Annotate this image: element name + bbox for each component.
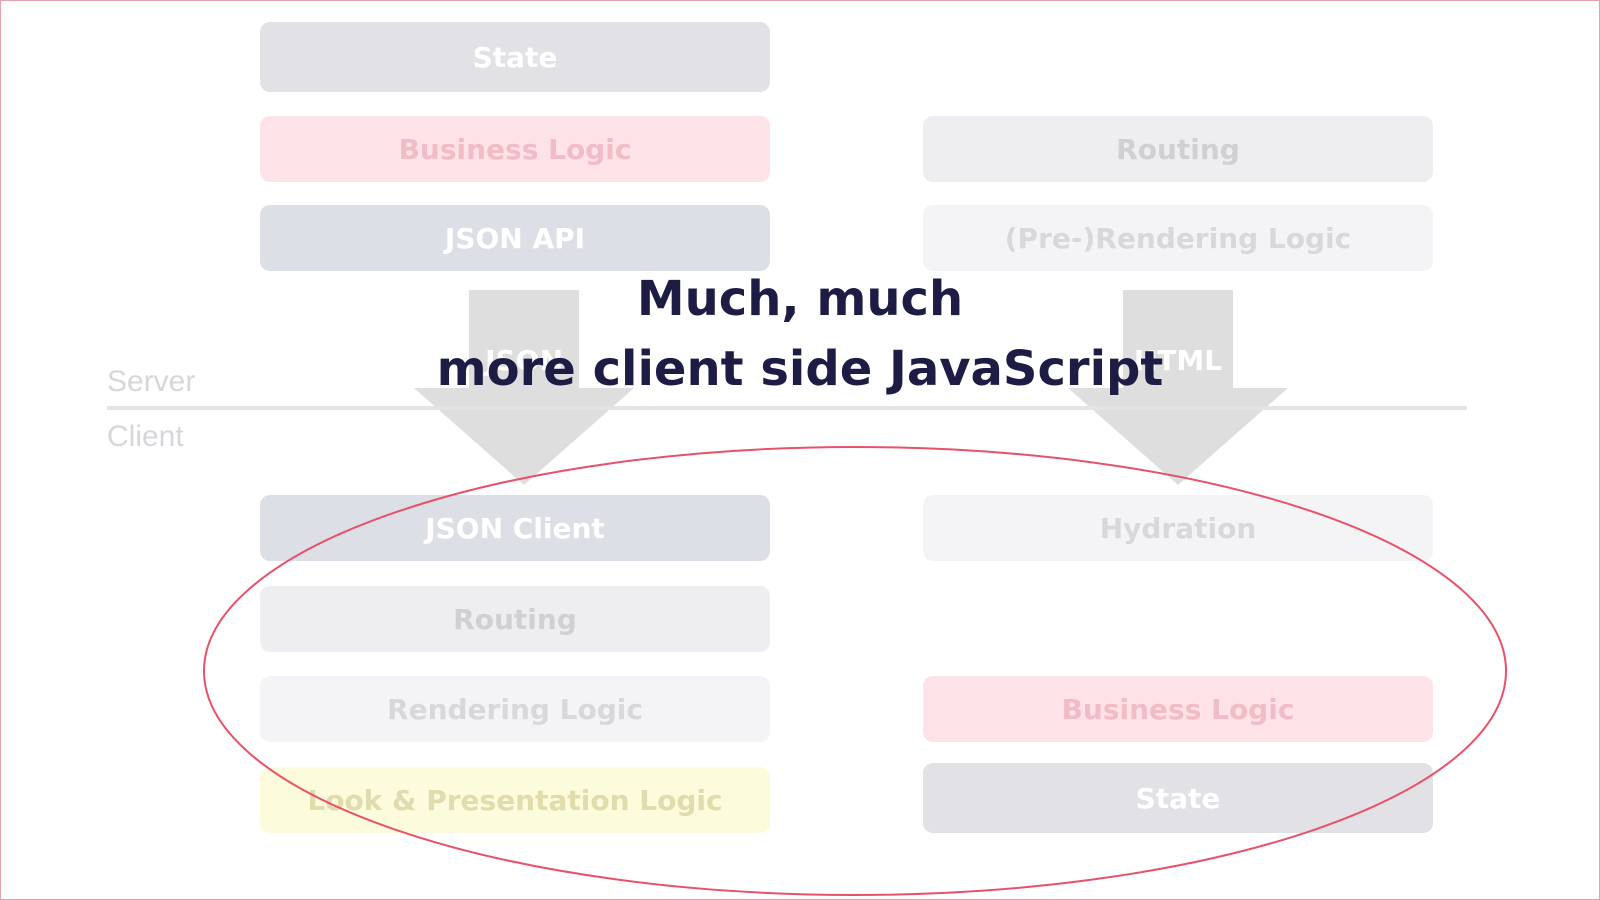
- client-js-highlight-ellipse: [203, 446, 1507, 896]
